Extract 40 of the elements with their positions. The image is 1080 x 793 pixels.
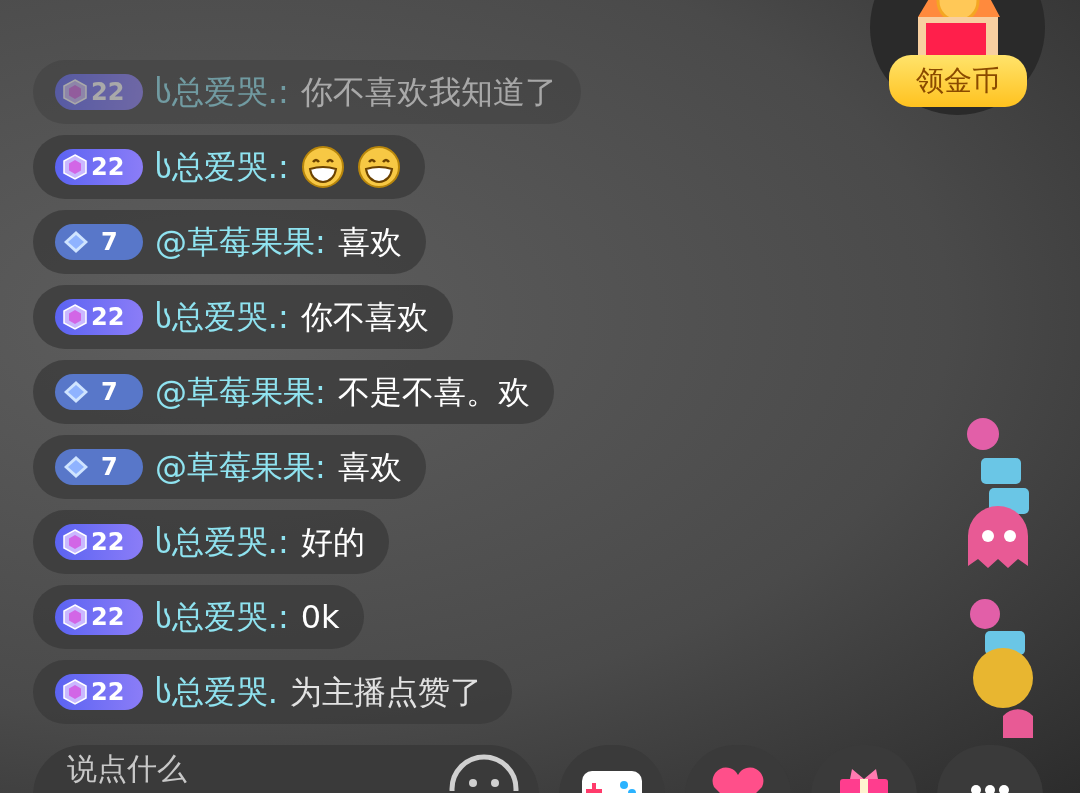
user-name: ს总爱哭.: — [155, 151, 289, 183]
user-name: ს总爱哭.: — [155, 601, 289, 633]
hexagon-icon — [63, 529, 87, 555]
message-text: 你不喜欢我知道了 — [300, 76, 557, 108]
level-number: 7 — [101, 230, 118, 254]
hexagon-icon — [63, 679, 87, 705]
level-number: 22 — [91, 305, 125, 329]
message-text: 喜欢 — [337, 451, 402, 483]
level-number: 7 — [101, 455, 118, 479]
hexagon-icon — [63, 604, 87, 630]
user-name: @草莓果果: — [155, 376, 326, 408]
user-name: ს总爱哭.: — [155, 301, 289, 333]
message-text: 不是不喜。欢 — [337, 376, 530, 408]
message-text: 0k — [300, 601, 340, 633]
level-number: 22 — [91, 530, 125, 554]
message-text: 为主播点赞了 — [289, 676, 482, 708]
diamond-icon — [63, 380, 89, 404]
message-text: 喜欢 — [337, 226, 402, 258]
user-name: ს总爱哭. — [155, 676, 278, 708]
hexagon-icon — [63, 304, 87, 330]
diamond-icon — [63, 455, 89, 479]
user-name: @草莓果果: — [155, 226, 326, 258]
user-name: ს总爱哭.: — [155, 526, 289, 558]
grin-emoji-icon — [300, 145, 345, 189]
level-number: 22 — [91, 155, 125, 179]
comment-input-field[interactable]: 说点什么 — [67, 751, 367, 786]
hexagon-icon — [63, 79, 87, 105]
grin-emoji-icon — [356, 145, 401, 189]
diamond-icon — [63, 230, 89, 254]
message-text: 你不喜欢 — [300, 301, 429, 333]
level-number: 22 — [91, 605, 125, 629]
user-name: @草莓果果: — [155, 451, 326, 483]
level-number: 22 — [91, 80, 125, 104]
message-text: 好的 — [300, 526, 365, 558]
more-icon — [971, 785, 1009, 793]
hexagon-icon — [63, 154, 87, 180]
claim-coins-button[interactable]: 领金币 — [888, 55, 1027, 107]
level-number: 22 — [91, 680, 125, 704]
user-name: ს总爱哭.: — [155, 76, 289, 108]
level-number: 7 — [101, 380, 118, 404]
